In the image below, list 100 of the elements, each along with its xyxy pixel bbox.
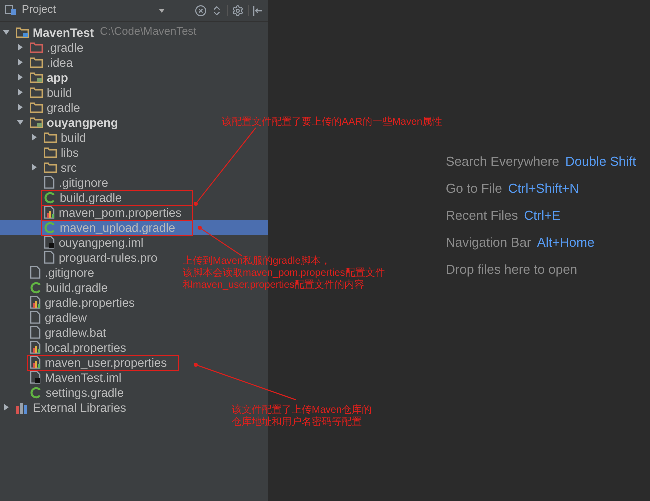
folder-icon bbox=[16, 27, 29, 38]
gradle-file-icon bbox=[30, 386, 42, 398]
hint-label: Drop files here to open bbox=[446, 261, 578, 280]
panel-title[interactable]: Project bbox=[22, 2, 56, 19]
collapsed-arrow-icon[interactable] bbox=[31, 164, 38, 171]
properties-file-icon bbox=[30, 341, 41, 354]
tree-item[interactable]: MavenTest C:\Code\MavenTest bbox=[0, 25, 197, 40]
tree-item[interactable]: .gitignore bbox=[0, 175, 108, 190]
tree-item[interactable]: local.properties bbox=[0, 340, 126, 355]
tree-item[interactable]: build.gradle bbox=[0, 280, 108, 295]
file-icon bbox=[30, 311, 41, 324]
properties-file-icon bbox=[30, 356, 41, 369]
shortcut-text: Ctrl+E bbox=[524, 207, 561, 226]
tree-item[interactable]: build bbox=[0, 130, 86, 145]
tree-item-label: proguard-rules.pro bbox=[59, 250, 158, 266]
file-icon bbox=[44, 251, 55, 264]
tree-item-label: build.gradle bbox=[60, 190, 122, 206]
tree-item-label: gradlew.bat bbox=[45, 324, 106, 342]
expanded-arrow-icon[interactable] bbox=[17, 119, 24, 126]
project-path: C:\Code\MavenTest bbox=[100, 25, 197, 40]
hint-label: Navigation Bar bbox=[446, 234, 532, 252]
tree-item[interactable]: build bbox=[0, 85, 72, 100]
tree-item-label: .gradle bbox=[47, 40, 84, 56]
tree-item[interactable]: ouyangpeng.iml bbox=[0, 235, 144, 250]
file-icon bbox=[30, 266, 41, 279]
tree-item-label: app bbox=[47, 70, 68, 86]
collapsed-arrow-icon[interactable] bbox=[17, 44, 24, 51]
tree-item[interactable]: proguard-rules.pro bbox=[0, 250, 158, 265]
tree-item[interactable]: ouyangpeng bbox=[0, 115, 118, 130]
hint-label: Recent Files bbox=[446, 207, 518, 226]
collapse-all-icon[interactable] bbox=[211, 4, 223, 16]
shortcut-text: Double Shift bbox=[565, 153, 636, 172]
tree-item-label: .gitignore bbox=[45, 264, 94, 282]
tree-item[interactable]: gradle bbox=[0, 100, 80, 115]
tree-item[interactable]: gradlew.bat bbox=[0, 325, 106, 340]
shortcut-text: Alt+Home bbox=[537, 234, 595, 252]
tree-item[interactable]: libs bbox=[0, 145, 80, 160]
hint-label: Go to File bbox=[446, 180, 502, 198]
tree-item-label: maven_pom.properties bbox=[59, 204, 182, 222]
tree-item[interactable]: gradlew bbox=[0, 310, 88, 325]
tree-item-label: gradle.properties bbox=[45, 294, 136, 312]
tree-item-label: build bbox=[61, 130, 86, 146]
tree-item-label: build.gradle bbox=[46, 280, 108, 296]
collapsed-arrow-icon[interactable] bbox=[17, 104, 24, 111]
hint-label: Search Everywhere bbox=[446, 153, 560, 172]
tree-item-label: local.properties bbox=[45, 340, 126, 356]
tree-item[interactable]: External Libraries bbox=[0, 400, 126, 415]
tree-item-label: maven_user.properties bbox=[45, 354, 168, 372]
folder-icon bbox=[30, 42, 43, 53]
tree-item-label: build bbox=[47, 84, 72, 102]
tree-item[interactable]: MavenTest.iml bbox=[0, 370, 122, 385]
file-icon bbox=[30, 371, 41, 384]
tree-item-label: libs bbox=[61, 144, 80, 162]
folder-icon bbox=[44, 147, 57, 158]
file-icon bbox=[30, 326, 41, 339]
scroll-from-source-icon[interactable] bbox=[195, 4, 207, 16]
gradle-file-icon bbox=[30, 282, 42, 294]
collapsed-arrow-icon[interactable] bbox=[3, 404, 10, 411]
collapsed-arrow-icon[interactable] bbox=[31, 134, 38, 141]
expanded-arrow-icon[interactable] bbox=[3, 29, 10, 36]
annotation-text: 该配置文件配置了要上传的AAR的一些Maven属性 bbox=[222, 117, 443, 129]
tree-item-label: settings.gradle bbox=[46, 384, 124, 402]
collapsed-arrow-icon[interactable] bbox=[17, 59, 24, 66]
tree-item-label: ouyangpeng.iml bbox=[59, 234, 144, 252]
tree-item[interactable]: maven_user.properties bbox=[0, 355, 179, 370]
annotation-text: 该文件配置了上传Maven仓库的 仓库地址和用户名密码等配置 bbox=[232, 405, 372, 429]
tree-item[interactable]: .idea bbox=[0, 55, 74, 70]
tree-item-label: ouyangpeng bbox=[47, 114, 118, 132]
annotation-arrow bbox=[198, 226, 242, 256]
hide-panel-icon[interactable] bbox=[253, 6, 263, 16]
settings-icon[interactable] bbox=[232, 4, 244, 16]
tree-item-label: MavenTest.iml bbox=[45, 370, 122, 386]
project-icon bbox=[5, 5, 17, 16]
tree-item[interactable]: .gradle bbox=[0, 40, 84, 55]
file-icon bbox=[44, 176, 55, 189]
tree-item-label: .gitignore bbox=[59, 174, 108, 192]
collapsed-arrow-icon[interactable] bbox=[17, 89, 24, 96]
folder-icon bbox=[30, 87, 43, 98]
tree-item[interactable]: settings.gradle bbox=[0, 385, 124, 400]
tree-item-label: External Libraries bbox=[33, 400, 126, 416]
folder-icon bbox=[30, 57, 43, 68]
shortcut-text: Ctrl+Shift+N bbox=[508, 180, 580, 198]
gradle-file-icon bbox=[44, 192, 56, 204]
annotation-text: 上传到Maven私服的gradle脚本， 该脚本会读取maven_pom.properties配置文件 和maven_user.properties配置文件的内容 bbox=[183, 256, 386, 292]
folder-icon bbox=[44, 132, 57, 143]
libraries-icon bbox=[16, 402, 29, 414]
file-icon bbox=[44, 236, 55, 249]
tree-item[interactable]: app bbox=[0, 70, 68, 85]
tree-item[interactable]: .gitignore bbox=[0, 265, 94, 280]
folder-icon bbox=[30, 72, 43, 83]
properties-file-icon bbox=[44, 206, 55, 219]
tree-item[interactable]: build.gradle bbox=[0, 190, 193, 205]
tree-item-label: maven_upload.gradle bbox=[60, 220, 176, 236]
tree-item[interactable]: gradle.properties bbox=[0, 295, 136, 310]
tree-item[interactable]: src bbox=[0, 160, 77, 175]
dropdown-caret-icon[interactable] bbox=[159, 8, 165, 12]
tree-item-label: .idea bbox=[47, 54, 74, 72]
collapsed-arrow-icon[interactable] bbox=[17, 74, 24, 81]
folder-icon bbox=[44, 162, 57, 173]
folder-icon bbox=[30, 102, 43, 113]
